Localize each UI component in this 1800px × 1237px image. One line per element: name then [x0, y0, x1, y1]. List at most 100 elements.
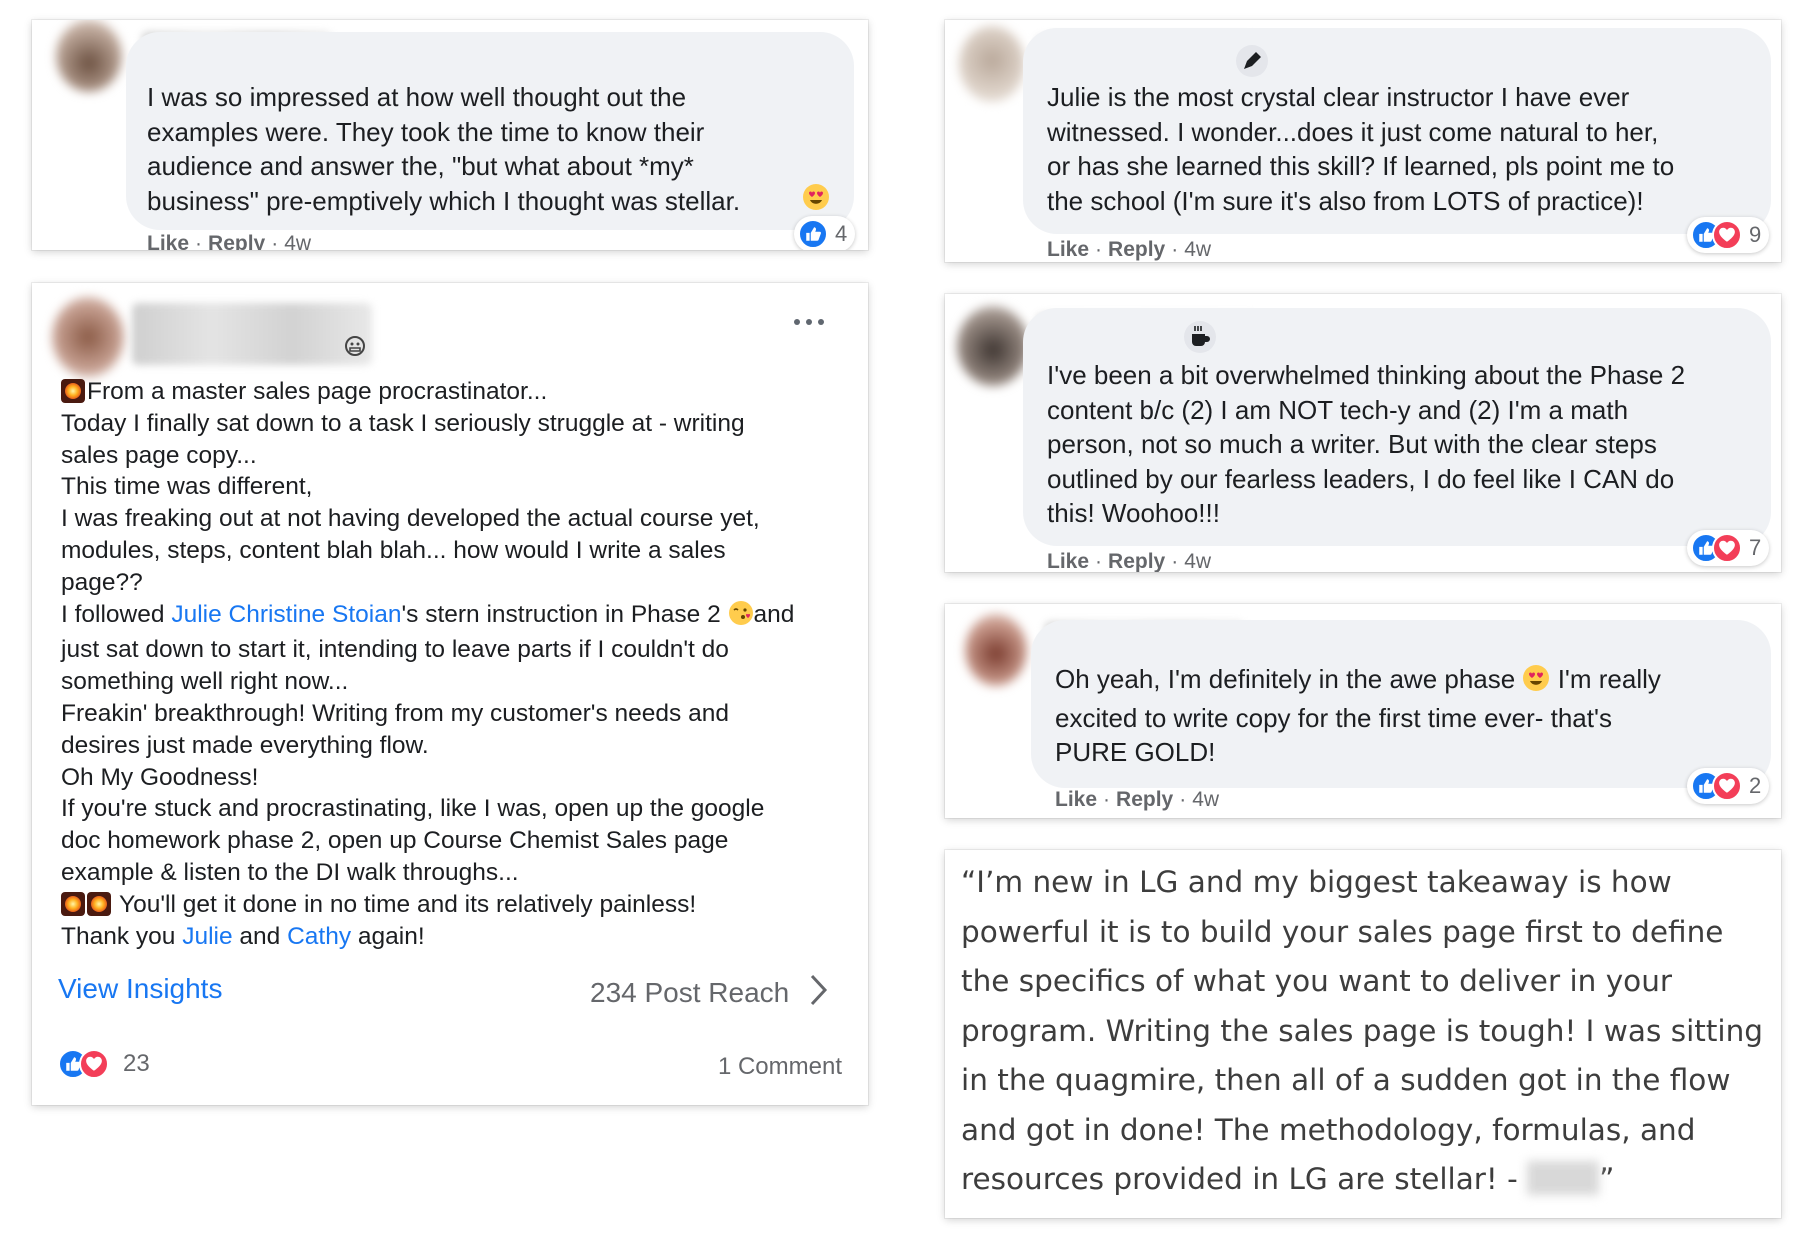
kissing-wink-emoji-icon	[728, 600, 754, 635]
reaction-summary[interactable]: 4	[794, 216, 856, 250]
post-line: Oh My Goodness!	[61, 763, 259, 791]
coffee-icon	[1183, 320, 1217, 359]
post-line: modules, steps, content blah blah... how…	[61, 536, 726, 564]
timestamp[interactable]: 4w	[1184, 238, 1211, 261]
testimonial-quote-card: “I’m new in LG and my biggest takeaway i…	[945, 850, 1781, 1218]
reaction-count: 4	[835, 221, 848, 246]
like-reaction-icon	[798, 219, 828, 249]
reply-link[interactable]: Reply	[1116, 788, 1173, 811]
like-link[interactable]: Like	[1047, 550, 1089, 572]
view-insights-link[interactable]: View Insights	[58, 973, 222, 1005]
testimonial-quote: “I’m new in LG and my biggest takeaway i…	[961, 858, 1763, 1205]
heart-eyes-emoji-icon	[802, 183, 830, 216]
mention-link-julie-christine-stoian[interactable]: Julie Christine Stoian	[171, 601, 401, 628]
post-line: If you're stuck and procrastinating, lik…	[61, 795, 765, 823]
post-body: From a master sales page procrastinator.…	[61, 376, 861, 952]
quote-line: resources provided in LG are stellar! -	[961, 1162, 1528, 1196]
post-line: Freakin' breakthrough! Writing from my c…	[61, 699, 729, 727]
comment-text: Oh yeah, I'm definitely in the awe phase…	[1055, 662, 1661, 770]
post-line: You'll get it done in no time and its re…	[119, 890, 697, 918]
love-reaction-icon	[1712, 220, 1742, 250]
post-line: and	[753, 600, 795, 628]
comment-count-link[interactable]: 1 Comment	[718, 1053, 842, 1081]
reaction-count: 2	[1749, 773, 1762, 798]
comment-line: PURE GOLD!	[1055, 737, 1216, 767]
avatar[interactable]	[959, 26, 1025, 102]
like-link[interactable]: Like	[147, 232, 189, 250]
like-link[interactable]: Like	[1055, 788, 1097, 811]
love-reaction-icon	[1712, 533, 1742, 563]
heart-eyes-emoji-icon	[1522, 664, 1550, 701]
comment-text: I was so impressed at how well thought o…	[147, 82, 741, 216]
avatar[interactable]	[965, 614, 1027, 686]
post-line: just sat down to start it, intending to …	[61, 636, 729, 664]
post-line: 's stern instruction in Phase 2	[401, 600, 728, 628]
post-line: I followed	[61, 600, 172, 628]
reply-link[interactable]: Reply	[1108, 238, 1165, 261]
post-card: From a master sales page procrastinator.…	[32, 283, 868, 1105]
reaction-count: 9	[1749, 222, 1762, 247]
timestamp[interactable]: 4w	[284, 232, 311, 250]
more-options-icon[interactable]	[794, 319, 824, 329]
post-reach[interactable]: 234 Post Reach	[590, 973, 829, 1012]
comment-actions: Like · Reply · 4w	[1047, 238, 1212, 261]
post-line: This time was different,	[61, 473, 313, 501]
post-line: sales page copy...	[61, 441, 257, 469]
post-line: Thank you	[61, 922, 183, 950]
comment-card-1: I was so impressed at how well thought o…	[32, 20, 868, 250]
quote-line: in the quagmire, then all of a sudden go…	[961, 1063, 1731, 1097]
mention-link-cathy[interactable]: Cathy	[287, 923, 351, 950]
reply-link[interactable]: Reply	[208, 232, 265, 250]
post-line: example & listen to the DI walk throughs…	[61, 858, 519, 886]
like-link[interactable]: Like	[1047, 238, 1089, 261]
mention-link-julie[interactable]: Julie	[182, 923, 232, 950]
pen-icon	[1235, 44, 1269, 83]
comment-text: Julie is the most crystal clear instruct…	[1047, 82, 1675, 216]
closing-quote: ”	[1599, 1162, 1615, 1196]
post-line: desires just made everything flow.	[61, 731, 429, 759]
comment-line: I'm really	[1550, 664, 1661, 694]
post-line: something well right now...	[61, 668, 349, 696]
reaction-summary[interactable]: 7	[1687, 530, 1770, 566]
post-line: Today I finally sat down to a task I ser…	[61, 409, 745, 437]
post-line: I was freaking out at not having develop…	[61, 505, 760, 533]
timestamp[interactable]: 4w	[1184, 550, 1211, 572]
reaction-summary[interactable]: 2	[1687, 768, 1770, 804]
explosion-emoji-icon	[61, 379, 85, 403]
avatar[interactable]	[56, 20, 122, 92]
comment-actions: Like · Reply · 4w	[147, 232, 311, 250]
post-line: page??	[61, 568, 143, 596]
love-reaction-icon	[1712, 771, 1742, 801]
post-line: and	[232, 922, 288, 950]
emoji-status-icon	[344, 335, 366, 362]
avatar[interactable]	[957, 306, 1029, 386]
reaction-count: 7	[1749, 535, 1762, 560]
quote-line: powerful it is to build your sales page …	[961, 914, 1724, 949]
explosion-emoji-icon	[61, 891, 85, 916]
post-line: From a master sales page procrastinator.…	[87, 378, 548, 405]
comment-actions: Like · Reply · 4w	[1047, 550, 1212, 572]
comment-text: I've been a bit overwhelmed thinking abo…	[1047, 360, 1686, 528]
explosion-emoji-icon	[87, 891, 111, 916]
timestamp[interactable]: 4w	[1192, 788, 1219, 811]
avatar[interactable]	[52, 297, 124, 377]
reply-link[interactable]: Reply	[1108, 550, 1165, 572]
author-name[interactable]	[132, 303, 372, 365]
love-reaction-icon	[79, 1049, 109, 1079]
comment-actions: Like · Reply · 4w	[1055, 788, 1220, 811]
post-line: again!	[351, 922, 425, 950]
chevron-right-icon	[809, 973, 829, 1012]
quote-line: “I’m new in LG and my biggest takeaway i…	[961, 865, 1672, 899]
comment-line: excited to write copy for the first time…	[1055, 702, 1612, 733]
post-reach-label: 234 Post Reach	[590, 976, 790, 1008]
quote-line: and got in done! The methodology, formul…	[961, 1112, 1696, 1147]
quote-line: program. Writing the sales page is tough…	[961, 1013, 1764, 1048]
post-reactions[interactable]: 23	[58, 1049, 150, 1079]
blurred-author-name	[1527, 1161, 1600, 1195]
post-line: doc homework phase 2, open up Course Che…	[61, 827, 729, 855]
reaction-summary[interactable]: 9	[1687, 217, 1770, 253]
reaction-count: 23	[123, 1050, 150, 1077]
comment-card-3: I've been a bit overwhelmed thinking abo…	[945, 294, 1781, 572]
comment-line: Oh yeah, I'm definitely in the awe phase	[1055, 664, 1523, 694]
comment-card-4: Oh yeah, I'm definitely in the awe phase…	[945, 604, 1781, 818]
